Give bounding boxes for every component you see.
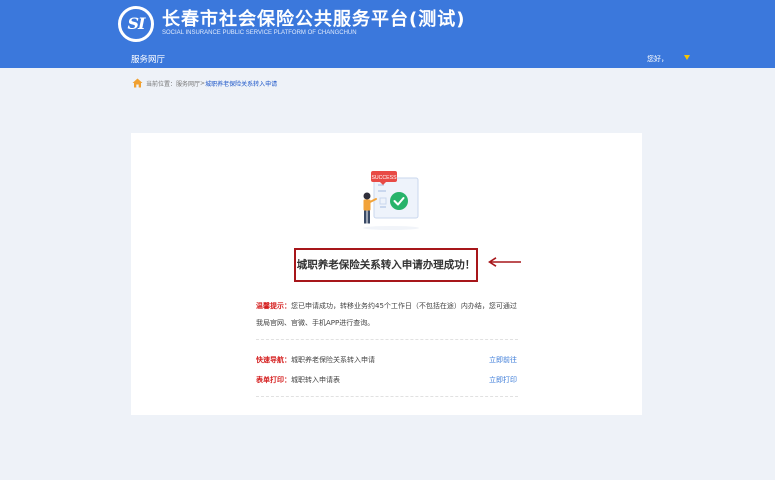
success-message-box: 城职养老保险关系转入申请办理成功！: [294, 248, 478, 282]
breadcrumb-parent[interactable]: 服务网厅: [176, 79, 200, 88]
user-greeting[interactable]: 您好，: [647, 54, 668, 64]
breadcrumb-prefix: 当前位置：: [146, 80, 177, 88]
quick-nav-label: 快速导航：: [256, 356, 291, 364]
quick-nav-row: 快速导航：城职养老保险关系转入申请: [256, 355, 375, 365]
success-illustration: SUCCESS: [363, 171, 419, 230]
success-message: 城职养老保险关系转入申请办理成功！: [296, 259, 476, 271]
result-card: SUCCESS 城职养老保险关系转入申请办理成功！ 温馨提示：您已申请成功，转移…: [131, 133, 642, 415]
success-badge-text: SUCCESS: [371, 175, 397, 181]
divider: [256, 339, 518, 340]
tip-text-2: 我局官网、官微、手机APP进行查询。: [256, 319, 375, 327]
go-now-link[interactable]: 立即前往: [489, 355, 517, 365]
print-value: 城职转入申请表: [291, 376, 340, 384]
print-label: 表单打印：: [256, 376, 291, 384]
header-bar: SI 长春市社会保险公共服务平台(测试) SOCIAL INSURANCE PU…: [0, 0, 775, 68]
site-subtitle: SOCIAL INSURANCE PUBLIC SERVICE PLATFORM…: [162, 30, 357, 36]
arrow-left-icon: [488, 257, 521, 267]
tip-text-1: 您已申请成功，转移业务约45个工作日（不包括在途）内办结，您可通过: [291, 302, 517, 310]
nav-service-hall[interactable]: 服务网厅: [131, 53, 165, 65]
print-now-link[interactable]: 立即打印: [489, 375, 517, 385]
breadcrumb: 当前位置： 服务网厅 > 城职养老保险关系转入申请: [132, 77, 277, 89]
tip-label: 温馨提示：: [256, 302, 291, 310]
quick-nav-value: 城职养老保险关系转入申请: [291, 356, 375, 364]
tip-line-2: 我局官网、官微、手机APP进行查询。: [256, 318, 374, 328]
tip-line-1: 温馨提示：您已申请成功，转移业务约45个工作日（不包括在途）内办结，您可通过: [256, 301, 517, 311]
home-icon: [132, 78, 143, 88]
chevron-down-icon[interactable]: [684, 55, 690, 60]
breadcrumb-current: 城职养老保险关系转入申请: [205, 80, 278, 88]
social-insurance-logo[interactable]: SI: [118, 6, 154, 42]
divider: [256, 396, 518, 397]
site-title: 长春市社会保险公共服务平台(测试): [162, 9, 466, 30]
print-row: 表单打印：城职转入申请表: [256, 375, 340, 385]
